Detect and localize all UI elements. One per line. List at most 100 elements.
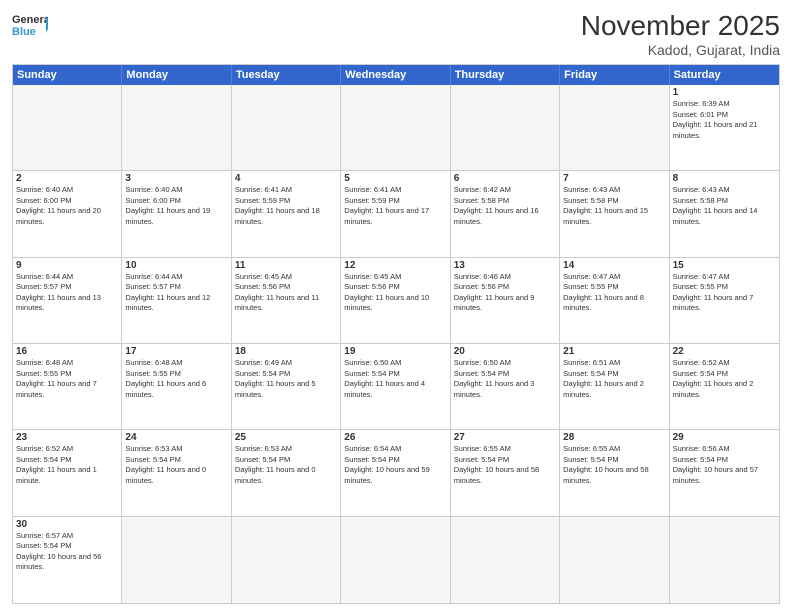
- day-cell-20: 20Sunrise: 6:50 AM Sunset: 5:54 PM Dayli…: [451, 344, 560, 429]
- day-info: Sunrise: 6:40 AM Sunset: 6:00 PM Dayligh…: [125, 185, 227, 227]
- day-cell-26: 26Sunrise: 6:54 AM Sunset: 5:54 PM Dayli…: [341, 430, 450, 515]
- day-info: Sunrise: 6:40 AM Sunset: 6:00 PM Dayligh…: [16, 185, 118, 227]
- day-info: Sunrise: 6:49 AM Sunset: 5:54 PM Dayligh…: [235, 358, 337, 400]
- calendar: SundayMondayTuesdayWednesdayThursdayFrid…: [12, 64, 780, 604]
- day-info: Sunrise: 6:41 AM Sunset: 5:59 PM Dayligh…: [235, 185, 337, 227]
- day-info: Sunrise: 6:50 AM Sunset: 5:54 PM Dayligh…: [344, 358, 446, 400]
- day-info: Sunrise: 6:52 AM Sunset: 5:54 PM Dayligh…: [673, 358, 776, 400]
- day-number: 26: [344, 432, 446, 443]
- calendar-row-4: 23Sunrise: 6:52 AM Sunset: 5:54 PM Dayli…: [13, 430, 779, 516]
- day-cell-30: 30Sunrise: 6:57 AM Sunset: 5:54 PM Dayli…: [13, 517, 122, 603]
- day-cell-18: 18Sunrise: 6:49 AM Sunset: 5:54 PM Dayli…: [232, 344, 341, 429]
- day-number: 6: [454, 173, 556, 184]
- weekday-header-saturday: Saturday: [670, 65, 779, 85]
- day-info: Sunrise: 6:57 AM Sunset: 5:54 PM Dayligh…: [16, 531, 118, 573]
- day-info: Sunrise: 6:41 AM Sunset: 5:59 PM Dayligh…: [344, 185, 446, 227]
- day-info: Sunrise: 6:55 AM Sunset: 5:54 PM Dayligh…: [454, 444, 556, 486]
- day-number: 25: [235, 432, 337, 443]
- day-cell-empty-5-4: [451, 517, 560, 603]
- day-cell-10: 10Sunrise: 6:44 AM Sunset: 5:57 PM Dayli…: [122, 258, 231, 343]
- calendar-row-2: 9Sunrise: 6:44 AM Sunset: 5:57 PM Daylig…: [13, 258, 779, 344]
- day-cell-16: 16Sunrise: 6:48 AM Sunset: 5:55 PM Dayli…: [13, 344, 122, 429]
- logo-icon: GeneralBlue: [12, 10, 48, 38]
- title-block: November 2025 Kadod, Gujarat, India: [581, 10, 780, 58]
- day-number: 22: [673, 346, 776, 357]
- day-cell-4: 4Sunrise: 6:41 AM Sunset: 5:59 PM Daylig…: [232, 171, 341, 256]
- day-cell-empty-0-0: [13, 85, 122, 170]
- day-cell-23: 23Sunrise: 6:52 AM Sunset: 5:54 PM Dayli…: [13, 430, 122, 515]
- day-cell-11: 11Sunrise: 6:45 AM Sunset: 5:56 PM Dayli…: [232, 258, 341, 343]
- calendar-header: SundayMondayTuesdayWednesdayThursdayFrid…: [13, 65, 779, 85]
- calendar-row-1: 2Sunrise: 6:40 AM Sunset: 6:00 PM Daylig…: [13, 171, 779, 257]
- day-info: Sunrise: 6:53 AM Sunset: 5:54 PM Dayligh…: [235, 444, 337, 486]
- day-cell-17: 17Sunrise: 6:48 AM Sunset: 5:55 PM Dayli…: [122, 344, 231, 429]
- logo: GeneralBlue: [12, 10, 48, 38]
- day-number: 4: [235, 173, 337, 184]
- day-cell-empty-0-3: [341, 85, 450, 170]
- day-number: 1: [673, 87, 776, 98]
- day-cell-empty-5-1: [122, 517, 231, 603]
- day-number: 11: [235, 260, 337, 271]
- day-cell-empty-0-1: [122, 85, 231, 170]
- day-cell-5: 5Sunrise: 6:41 AM Sunset: 5:59 PM Daylig…: [341, 171, 450, 256]
- day-number: 5: [344, 173, 446, 184]
- day-cell-empty-5-3: [341, 517, 450, 603]
- day-info: Sunrise: 6:47 AM Sunset: 5:55 PM Dayligh…: [563, 272, 665, 314]
- day-info: Sunrise: 6:50 AM Sunset: 5:54 PM Dayligh…: [454, 358, 556, 400]
- day-number: 27: [454, 432, 556, 443]
- weekday-header-wednesday: Wednesday: [341, 65, 450, 85]
- day-cell-24: 24Sunrise: 6:53 AM Sunset: 5:54 PM Dayli…: [122, 430, 231, 515]
- day-info: Sunrise: 6:46 AM Sunset: 5:56 PM Dayligh…: [454, 272, 556, 314]
- day-info: Sunrise: 6:43 AM Sunset: 5:58 PM Dayligh…: [563, 185, 665, 227]
- weekday-header-thursday: Thursday: [451, 65, 560, 85]
- day-cell-14: 14Sunrise: 6:47 AM Sunset: 5:55 PM Dayli…: [560, 258, 669, 343]
- day-number: 21: [563, 346, 665, 357]
- svg-text:General: General: [12, 14, 48, 26]
- day-number: 3: [125, 173, 227, 184]
- day-info: Sunrise: 6:43 AM Sunset: 5:58 PM Dayligh…: [673, 185, 776, 227]
- day-cell-empty-0-5: [560, 85, 669, 170]
- weekday-header-tuesday: Tuesday: [232, 65, 341, 85]
- weekday-header-friday: Friday: [560, 65, 669, 85]
- day-number: 7: [563, 173, 665, 184]
- day-info: Sunrise: 6:56 AM Sunset: 5:54 PM Dayligh…: [673, 444, 776, 486]
- day-info: Sunrise: 6:45 AM Sunset: 5:56 PM Dayligh…: [235, 272, 337, 314]
- day-number: 16: [16, 346, 118, 357]
- page: GeneralBlue November 2025 Kadod, Gujarat…: [0, 0, 792, 612]
- calendar-row-3: 16 Sunrise: 6:48 AM Sunset: 5:55 PM Dayli…: [13, 344, 779, 430]
- day-cell-6: 6Sunrise: 6:42 AM Sunset: 5:58 PM Daylig…: [451, 171, 560, 256]
- day-cell-empty-5-2: [232, 517, 341, 603]
- day-info: Sunrise: 6:47 AM Sunset: 5:55 PM Dayligh…: [673, 272, 776, 314]
- day-number: 23: [16, 432, 118, 443]
- day-number: 18: [235, 346, 337, 357]
- day-number: 19: [344, 346, 446, 357]
- day-number: 29: [673, 432, 776, 443]
- day-cell-empty-5-5: [560, 517, 669, 603]
- day-cell-29: 29Sunrise: 6:56 AM Sunset: 5:54 PM Dayli…: [670, 430, 779, 515]
- weekday-header-sunday: Sunday: [13, 65, 122, 85]
- day-number: 13: [454, 260, 556, 271]
- day-number: 14: [563, 260, 665, 271]
- day-cell-1: 1Sunrise: 6:39 AM Sunset: 6:01 PM Daylig…: [670, 85, 779, 170]
- day-cell-15: 15Sunrise: 6:47 AM Sunset: 5:55 PM Dayli…: [670, 258, 779, 343]
- day-info: Sunrise: 6:48 AM Sunset: 5:55 PM Dayligh…: [125, 358, 227, 400]
- day-cell-empty-5-6: [670, 517, 779, 603]
- day-cell-13: 13Sunrise: 6:46 AM Sunset: 5:56 PM Dayli…: [451, 258, 560, 343]
- day-cell-28: 28Sunrise: 6:55 AM Sunset: 5:54 PM Dayli…: [560, 430, 669, 515]
- location-title: Kadod, Gujarat, India: [581, 42, 780, 58]
- day-number: 10: [125, 260, 227, 271]
- calendar-row-5: 30Sunrise: 6:57 AM Sunset: 5:54 PM Dayli…: [13, 517, 779, 603]
- day-info: Sunrise: 6:44 AM Sunset: 5:57 PM Dayligh…: [16, 272, 118, 314]
- day-cell-12: 12Sunrise: 6:45 AM Sunset: 5:56 PM Dayli…: [341, 258, 450, 343]
- day-cell-7: 7Sunrise: 6:43 AM Sunset: 5:58 PM Daylig…: [560, 171, 669, 256]
- header: GeneralBlue November 2025 Kadod, Gujarat…: [12, 10, 780, 58]
- day-info: Sunrise: 6:39 AM Sunset: 6:01 PM Dayligh…: [673, 99, 776, 141]
- day-cell-22: 22Sunrise: 6:52 AM Sunset: 5:54 PM Dayli…: [670, 344, 779, 429]
- day-number: 17: [125, 346, 227, 357]
- day-info: Sunrise: 6:45 AM Sunset: 5:56 PM Dayligh…: [344, 272, 446, 314]
- day-info: Sunrise: 6:42 AM Sunset: 5:58 PM Dayligh…: [454, 185, 556, 227]
- day-number: 20: [454, 346, 556, 357]
- day-cell-empty-0-2: [232, 85, 341, 170]
- day-cell-21: 21Sunrise: 6:51 AM Sunset: 5:54 PM Dayli…: [560, 344, 669, 429]
- calendar-body: 1Sunrise: 6:39 AM Sunset: 6:01 PM Daylig…: [13, 85, 779, 603]
